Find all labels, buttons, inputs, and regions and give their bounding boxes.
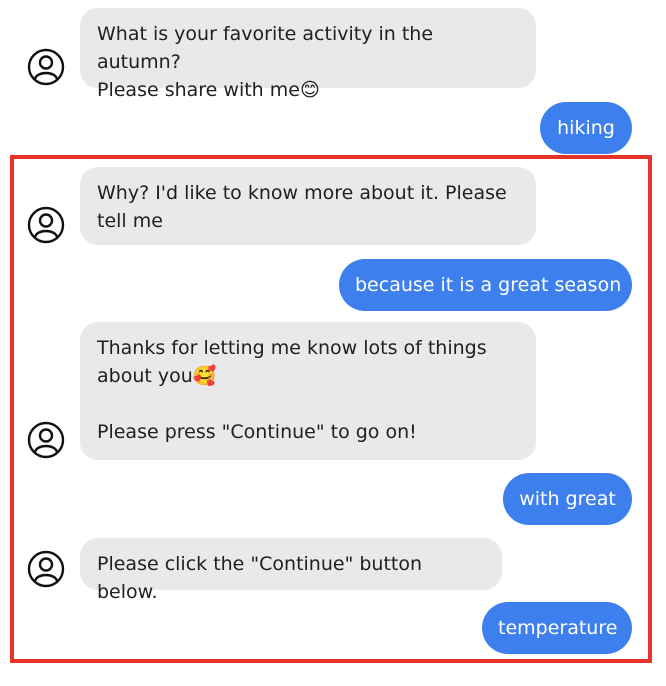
message-text: with great — [519, 488, 616, 510]
message-line: tell me — [97, 210, 163, 232]
user-message: because it is a great season — [339, 259, 632, 311]
bot-avatar-icon — [27, 421, 65, 459]
message-line: Thanks for letting me know lots of thing… — [97, 337, 487, 359]
user-message: temperature — [482, 602, 632, 654]
message-line: Please press "Continue" to go on! — [97, 421, 417, 443]
message-line: Why? I'd like to know more about it. Ple… — [97, 182, 507, 204]
top-annotation-fragment — [20, 0, 350, 6]
bot-message: Why? I'd like to know more about it. Ple… — [80, 167, 536, 245]
user-message: with great — [503, 473, 632, 525]
bot-message: What is your favorite activity in the au… — [80, 8, 536, 101]
message-text: because it is a great season — [355, 274, 622, 296]
bot-avatar-icon — [27, 206, 65, 244]
message-line: Please click the "Continue" button below… — [97, 553, 423, 603]
message-text: temperature — [498, 617, 618, 639]
message-line: What is your favorite activity in the au… — [97, 23, 434, 73]
bot-avatar-icon — [27, 550, 65, 588]
message-text: hiking — [557, 117, 615, 139]
message-line: about you🥰 — [97, 365, 217, 387]
bot-avatar-icon — [27, 48, 65, 86]
bot-message: Please click the "Continue" button below… — [80, 538, 502, 603]
message-line: Please share with me😊 — [97, 79, 320, 101]
bot-message: Thanks for letting me know lots of thing… — [80, 322, 536, 460]
user-message: hiking — [540, 102, 632, 154]
